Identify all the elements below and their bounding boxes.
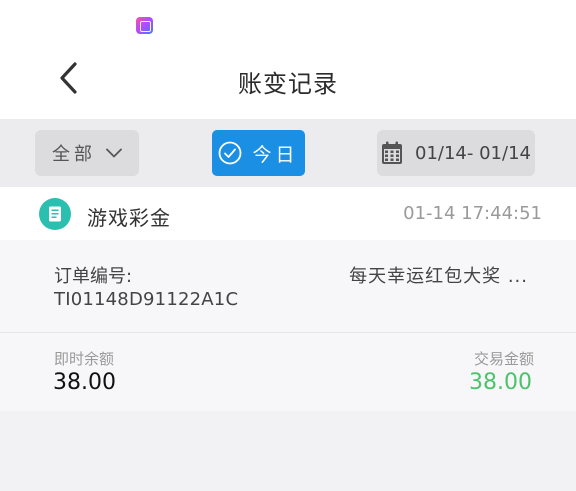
record-time: 01-14 17:44:51 [403,203,542,224]
chevron-down-icon [106,148,122,158]
transaction-amount-label: 交易金额 [473,350,534,368]
record-detail[interactable]: 订单编号: TI01148D91122A1C 每天幸运红包大奖 ... 即时余额… [0,240,576,411]
record-category: 游戏彩金 [87,206,171,230]
status-bar [0,0,576,44]
transaction-amount-value: 38.00 [469,370,532,395]
today-filter-label: 今日 [252,143,299,166]
page-title: 账变记录 [238,70,338,98]
navigation-bar: 账变记录 [0,44,576,119]
receipt-icon [39,198,71,230]
category-filter-label: 全部 [52,144,96,165]
order-number-value: TI01148D91122A1C [54,289,239,310]
app-notification-icon [136,17,153,34]
divider [0,332,576,333]
balance-value: 38.00 [53,370,116,395]
check-circle-icon [219,141,242,165]
date-range-picker[interactable]: 01/14- 01/14 [377,130,535,176]
calendar-icon [382,141,403,164]
today-filter-button[interactable]: 今日 [212,130,305,176]
category-filter-dropdown[interactable]: 全部 [35,130,139,176]
order-number-label: 订单编号: [54,266,133,287]
date-range-label: 01/14- 01/14 [415,142,531,164]
filter-bar: 全部 今日 01/14- 01/14 [0,119,576,187]
balance-label: 即时余额 [54,350,115,368]
record-header[interactable]: 游戏彩金 01-14 17:44:51 [0,187,576,240]
order-description: 每天幸运红包大奖 ... [349,266,528,287]
